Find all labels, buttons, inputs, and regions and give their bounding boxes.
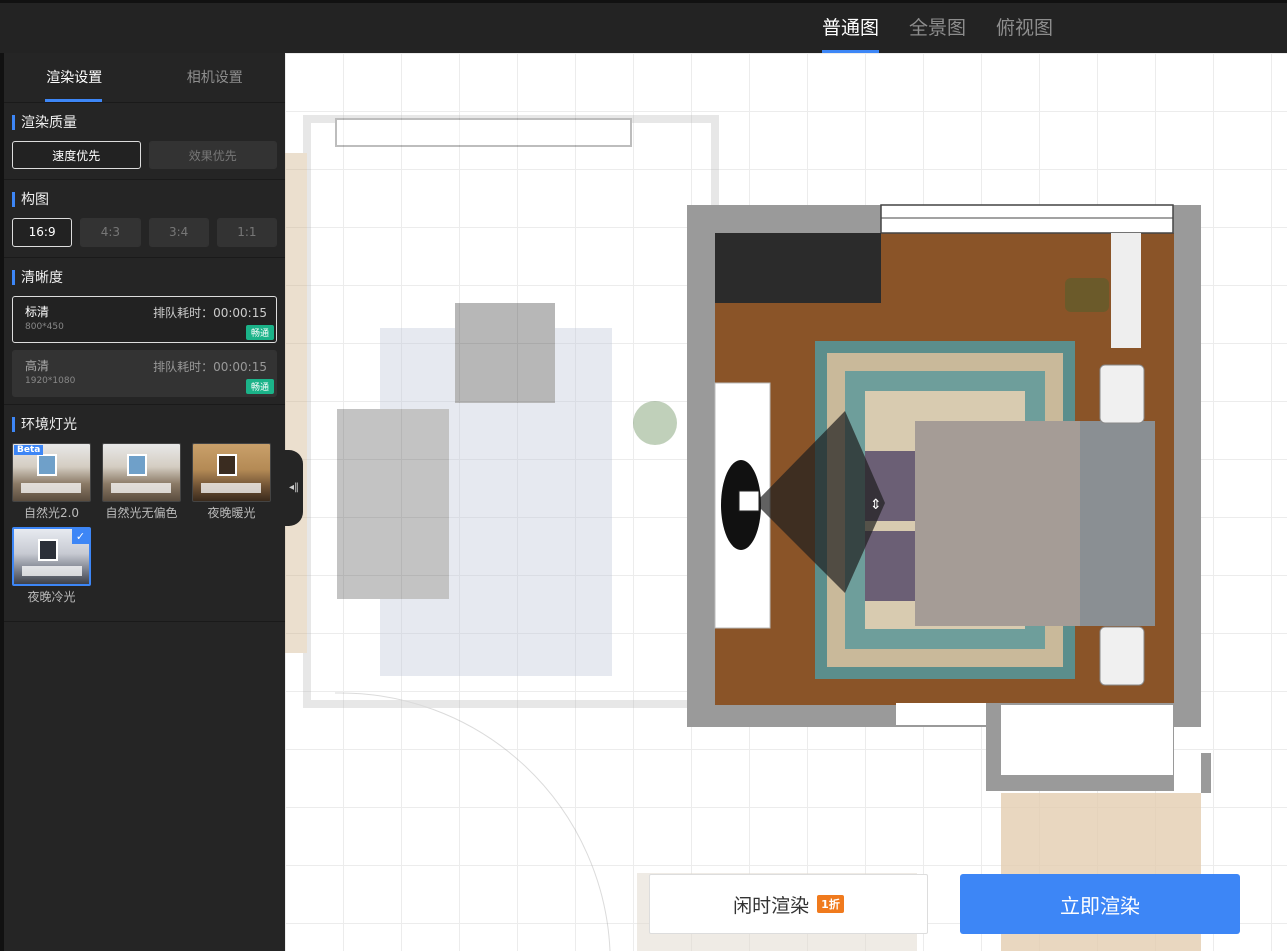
nightstand xyxy=(1099,364,1145,424)
svg-text:⇕: ⇕ xyxy=(870,497,882,513)
light-option-natural-neutral[interactable]: 自然光无偏色 xyxy=(102,443,181,521)
discount-badge: 1折 xyxy=(817,895,844,913)
status-badge: 畅通 xyxy=(245,325,274,340)
speed-priority-button[interactable]: 速度优先 xyxy=(12,141,141,169)
ratio-3-4-button[interactable]: 3:4 xyxy=(148,218,209,247)
light-option-night-warm[interactable]: 夜晚暖光 xyxy=(192,443,271,521)
quality-title-text: 渲染质量 xyxy=(21,115,77,131)
quality-section: 渲染质量 速度优先 效果优先 xyxy=(4,103,285,180)
render-now-button[interactable]: 立即渲染 xyxy=(960,874,1240,934)
quality-priority-button[interactable]: 效果优先 xyxy=(148,141,277,169)
queue-time: 排队耗时：00:00:15 xyxy=(153,360,267,374)
light-label: 自然光无偏色 xyxy=(105,506,178,520)
tab-render-settings[interactable]: 渲染设置 xyxy=(4,53,145,102)
collapse-sidebar-button[interactable]: ◂‖ xyxy=(285,450,303,526)
collapse-arrow-icon: ◂‖ xyxy=(288,482,300,493)
quality-title: 渲染质量 xyxy=(12,103,277,141)
desk xyxy=(1111,233,1141,348)
view-tabs: 普通图 全景图 俯视图 xyxy=(822,3,1053,53)
resolution-section: 清晰度 标清 800*450 排队耗时：00:00:15 畅通 高清 1920*… xyxy=(4,258,285,405)
ratio-4-3-button[interactable]: 4:3 xyxy=(80,218,141,247)
camera-icon[interactable] xyxy=(738,490,760,512)
chair xyxy=(1065,278,1109,312)
lighting-section: 环境灯光 Beta 自然光2.0 自然光无偏色 夜晚暖光 ✓ 夜晚冷光 xyxy=(4,405,285,622)
light-thumbnail xyxy=(192,443,271,502)
idle-render-label: 闲时渲染 xyxy=(733,894,810,917)
floor-plan-canvas[interactable]: ⇕ xyxy=(285,53,1287,951)
queue-time: 排队耗时：00:00:15 xyxy=(153,306,267,320)
composition-title: 构图 xyxy=(12,180,277,218)
resolution-hd-card[interactable]: 高清 1920*1080 排队耗时：00:00:15 畅通 xyxy=(12,350,277,397)
lighting-title: 环境灯光 xyxy=(12,405,277,443)
resolution-title-text: 清晰度 xyxy=(21,270,63,286)
light-label: 夜晚暖光 xyxy=(207,506,256,520)
light-thumbnail xyxy=(102,443,181,502)
light-label: 自然光2.0 xyxy=(23,506,80,520)
beta-badge: Beta xyxy=(14,445,44,455)
composition-title-text: 构图 xyxy=(21,192,49,208)
floor-plan-drawing: ⇕ xyxy=(285,115,1211,951)
tab-top-view[interactable]: 俯视图 xyxy=(996,3,1053,53)
check-icon: ✓ xyxy=(72,529,89,544)
resolution-standard-card[interactable]: 标清 800*450 排队耗时：00:00:15 畅通 xyxy=(12,296,277,343)
adjacent-room xyxy=(285,115,719,951)
resolution-size: 800*450 xyxy=(25,322,64,332)
light-option-night-cool[interactable]: ✓ 夜晚冷光 xyxy=(12,527,91,605)
ratio-16-9-button[interactable]: 16:9 xyxy=(12,218,73,247)
sidebar-tabs: 渲染设置 相机设置 xyxy=(4,53,285,103)
resolution-title: 清晰度 xyxy=(12,258,277,296)
wardrobe xyxy=(715,233,881,303)
light-label: 夜晚冷光 xyxy=(27,590,76,604)
light-thumbnail: Beta xyxy=(12,443,91,502)
nightstand xyxy=(1099,626,1145,686)
ratio-1-1-button[interactable]: 1:1 xyxy=(216,218,277,247)
resolution-size: 1920*1080 xyxy=(25,376,76,386)
light-thumbnail: ✓ xyxy=(12,527,91,586)
window xyxy=(880,204,1174,234)
section-marker xyxy=(12,114,15,130)
tab-normal-view[interactable]: 普通图 xyxy=(822,3,880,53)
section-marker xyxy=(12,269,15,285)
composition-section: 构图 16:9 4:3 3:4 1:1 xyxy=(4,180,285,258)
status-badge: 畅通 xyxy=(245,379,274,394)
section-marker xyxy=(12,191,15,207)
idle-render-button[interactable]: 闲时渲染 1折 xyxy=(649,874,928,934)
tab-camera-settings[interactable]: 相机设置 xyxy=(145,53,286,102)
light-option-natural-2[interactable]: Beta 自然光2.0 xyxy=(12,443,91,521)
tab-panorama-view[interactable]: 全景图 xyxy=(909,3,966,53)
lighting-title-text: 环境灯光 xyxy=(21,417,77,433)
top-bar: 普通图 全景图 俯视图 xyxy=(0,0,1287,53)
render-actions: 闲时渲染 1折 立即渲染 xyxy=(649,874,1240,934)
section-marker xyxy=(12,416,15,432)
render-settings-sidebar: 渲染设置 相机设置 渲染质量 速度优先 效果优先 构图 16:9 4:3 3:4… xyxy=(0,53,285,951)
